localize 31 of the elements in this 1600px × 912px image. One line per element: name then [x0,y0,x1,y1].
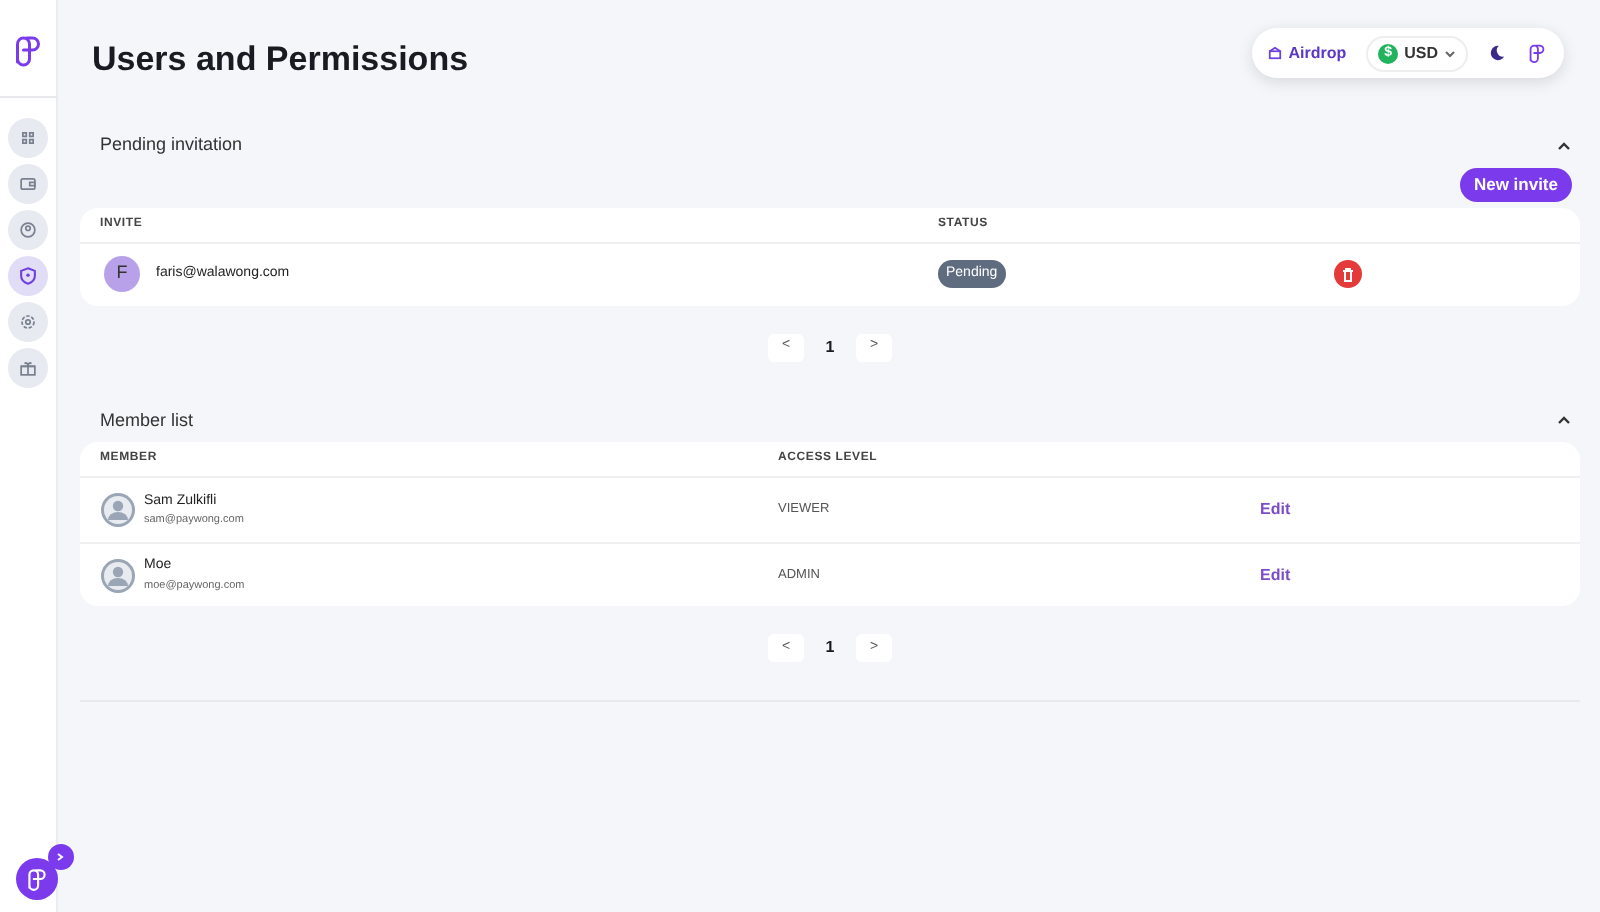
logo-icon [10,32,46,68]
section-title: Pending invitation [100,132,243,158]
grid-icon[interactable] [8,118,48,158]
box-icon [1268,46,1283,60]
wallet-icon[interactable] [8,164,48,204]
avatar [100,492,136,528]
collapse-icon[interactable] [1556,137,1572,154]
chevron-down-icon [1444,49,1456,57]
avatar [100,557,136,593]
moon-icon[interactable] [1488,44,1506,62]
shield-icon[interactable] [8,256,48,296]
new-invite-button[interactable]: New invite [1459,167,1572,201]
page-number[interactable]: 1 [812,335,848,359]
page-title: Users and Permissions [92,38,469,82]
avatar: F [104,256,140,292]
trash-icon [1342,267,1354,281]
gear-icon[interactable] [8,302,48,342]
gift-icon[interactable] [8,348,48,388]
delete-button[interactable] [1334,260,1362,288]
edit-link[interactable]: Edit [1260,498,1291,522]
page-number[interactable]: 1 [812,636,848,660]
user-icon[interactable] [8,210,48,250]
logo-button[interactable] [15,858,57,900]
edit-link[interactable]: Edit [1260,563,1291,587]
logo-icon[interactable] [1526,42,1548,64]
expand-button[interactable] [47,844,73,870]
airdrop-button[interactable]: Airdrop [1268,41,1347,65]
logo-icon [23,866,49,892]
chevron-icon [56,852,64,862]
section-title: Member list [100,407,194,433]
collapse-icon[interactable] [1556,412,1572,429]
